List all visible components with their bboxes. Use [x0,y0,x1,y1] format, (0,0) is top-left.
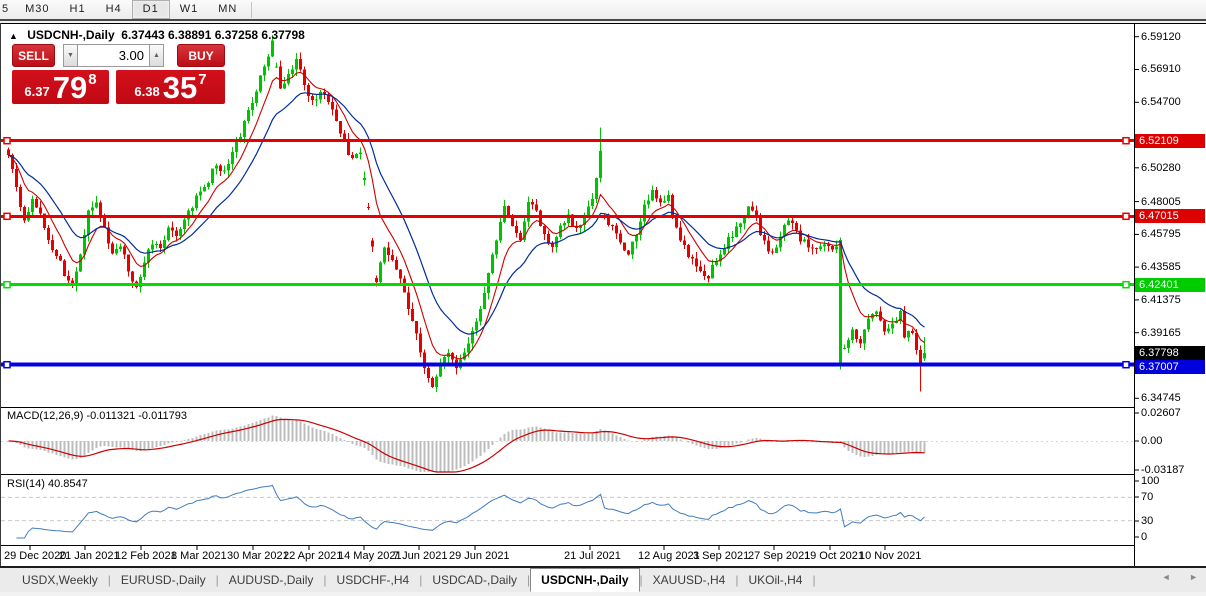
chart-tab-audusd[interactable]: AUDUSD-,Daily [219,569,324,591]
price-axis-label: 6.43585 [1141,261,1205,273]
chart-canvas[interactable] [1,23,1206,571]
price-tag: 6.42401 [1135,278,1205,292]
symbol-name: USDCNH-,Daily [27,28,114,42]
date-axis-label: 7 Jun 2021 [393,550,447,563]
date-axis-label: 12 Feb 2021 [115,550,177,563]
price-axis-label: 6.39165 [1141,327,1205,339]
date-axis-label: 27 Sep 2021 [748,550,810,563]
price-axis-label: 6.41375 [1141,294,1205,306]
price-axis-label: 6.34745 [1141,392,1205,404]
date-axis-label: 3 Sep 2021 [693,550,749,563]
price-tag: 6.47015 [1135,209,1205,223]
chart-window[interactable]: ▲ USDCNH-,Daily 6.37443 6.38891 6.37258 … [0,23,1206,566]
timeframe-button-m30[interactable]: M30 [15,0,59,19]
date-axis-label: 8 Mar 2021 [171,550,227,563]
chart-tab-usdcad[interactable]: USDCAD-,Daily [422,569,527,591]
volume-increase-icon[interactable]: ▲ [149,44,164,67]
date-axis-label: 19 Oct 2021 [804,550,864,563]
one-click-trade-panel: SELL ▼ ▲ BUY 6.37 79 8 6.38 35 7 [12,44,225,104]
volume-decrease-icon[interactable]: ▼ [63,44,78,67]
price-axis-label: 6.59120 [1141,31,1205,43]
price-axis-label: 6.48005 [1141,196,1205,208]
status-strip [0,592,1206,596]
rsi-axis-label: 100 [1141,475,1205,487]
chart-tab-xauusd[interactable]: XAUUSD-,H4 [643,569,736,591]
price-tag: 6.37007 [1135,360,1205,374]
macd-axis-label: 0.00 [1141,435,1205,447]
price-tag: 6.52109 [1135,134,1205,148]
chart-tab-ukoil[interactable]: UKOil-,H4 [738,569,812,591]
rsi-axis-label: 0 [1141,531,1205,543]
price-axis-label: 6.54700 [1141,96,1205,108]
chart-title: ▲ USDCNH-,Daily 6.37443 6.38891 6.37258 … [9,28,305,42]
date-axis-label: 10 Nov 2021 [859,550,921,563]
timeframe-button-5[interactable]: 5 [0,0,15,19]
ohlc-values: 6.37443 6.38891 6.37258 6.37798 [121,28,305,42]
buy-button[interactable]: BUY [177,44,225,67]
chart-tab-eurusd[interactable]: EURUSD-,Daily [111,569,216,591]
date-axis-label: 12 Aug 2021 [638,550,700,563]
date-axis-label: 21 Jul 2021 [564,550,621,563]
tab-scroll-left-icon[interactable]: ◄ [1162,572,1171,582]
date-axis-label: 30 Mar 2021 [227,550,289,563]
rsi-axis-label: 70 [1141,491,1205,503]
collapse-panel-icon[interactable]: ▲ [9,31,18,41]
tab-scroll-right-icon[interactable]: ► [1189,572,1198,582]
toolbar-separator [251,2,252,18]
buy-price-small: 6.38 [134,84,159,99]
sell-price-button[interactable]: 6.37 79 8 [12,70,109,104]
price-axis-label: 6.50280 [1141,162,1205,174]
price-axis-label: 6.56910 [1141,63,1205,75]
timeframe-toolbar: 5M30H1H4D1W1MN [0,0,1206,21]
sell-price-small: 6.37 [24,84,49,99]
timeframe-button-d1[interactable]: D1 [132,0,170,19]
macd-axis-label: 0.02607 [1141,407,1205,419]
date-axis-label: 22 Apr 2021 [283,550,342,563]
timeframe-button-w1[interactable]: W1 [170,0,209,19]
tab-separator: | [812,573,815,587]
current-price-tag: 6.37798 [1135,346,1205,360]
sell-price-big: 79 [53,73,87,102]
date-axis-label: 21 Jan 2021 [59,550,120,563]
macd-label: MACD(12,26,9) -0.011321 -0.011793 [7,410,187,422]
chart-tab-usdcnh[interactable]: USDCNH-,Daily [530,568,639,592]
rsi-label: RSI(14) 40.8547 [7,478,88,490]
symbol-tab-bar: USDX,Weekly|EURUSD-,Daily|AUDUSD-,Daily|… [0,566,1206,592]
tab-scroll-arrows: ◄ ► [1146,572,1198,582]
sell-button[interactable]: SELL [12,44,55,67]
buy-price-sup: 7 [198,71,206,88]
sell-price-sup: 8 [88,71,96,88]
rsi-axis-label: 30 [1141,515,1205,527]
volume-input[interactable] [78,44,149,67]
price-axis-label: 6.45795 [1141,228,1205,240]
timeframe-button-h4[interactable]: H4 [96,0,132,19]
buy-price-big: 35 [163,73,197,102]
date-axis-label: 29 Dec 2020 [4,550,66,563]
timeframe-button-h1[interactable]: H1 [60,0,96,19]
chart-tab-usdchf[interactable]: USDCHF-,H4 [327,569,420,591]
date-axis-label: 29 Jun 2021 [449,550,510,563]
timeframe-button-mn[interactable]: MN [208,0,247,19]
buy-price-button[interactable]: 6.38 35 7 [116,70,225,104]
chart-tab-usdx[interactable]: USDX,Weekly [12,569,108,591]
